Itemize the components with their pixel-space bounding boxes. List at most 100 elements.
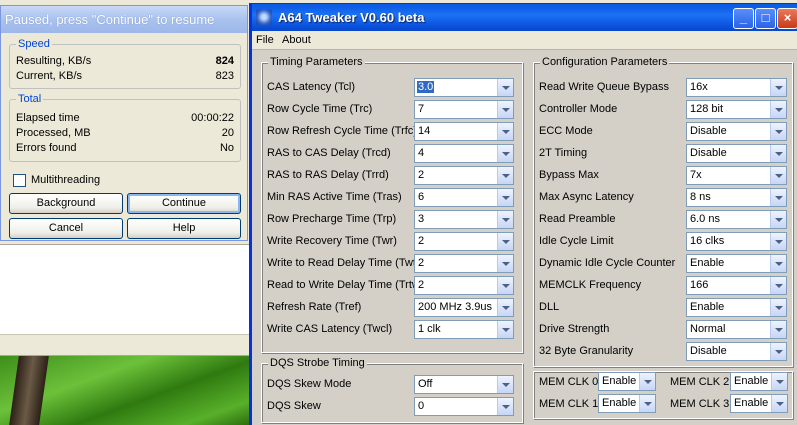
write-to-read-delay-time-twtr-select[interactable]: 2 xyxy=(414,254,514,273)
menu-file[interactable]: File xyxy=(256,34,274,46)
write-to-read-delay-time-twtr-label: Write to Read Delay Time (Twtr) xyxy=(267,257,424,269)
menu-about[interactable]: About xyxy=(282,34,311,46)
memclk-frequency-label: MEMCLK Frequency xyxy=(539,279,642,291)
chevron-down-icon[interactable] xyxy=(497,321,513,338)
min-ras-active-time-tras-select[interactable]: 6 xyxy=(414,188,514,207)
maximize-button[interactable]: □ xyxy=(755,8,776,29)
max-async-latency-select[interactable]: 8 ns xyxy=(686,188,787,207)
mem-clk-1-select[interactable]: Enable xyxy=(598,394,656,413)
refresh-rate-tref-select[interactable]: 200 MHz 3.9us xyxy=(414,298,514,317)
chevron-down-icon[interactable] xyxy=(770,321,786,338)
resulting-speed-value: 824 xyxy=(215,55,234,67)
row-precharge-time-trp-select[interactable]: 3 xyxy=(414,210,514,229)
row-refresh-cycle-time-trfc-select[interactable]: 14 xyxy=(414,122,514,141)
chevron-down-icon[interactable] xyxy=(770,277,786,294)
dll-select[interactable]: Enable xyxy=(686,298,787,317)
chevron-down-icon[interactable] xyxy=(770,343,786,360)
chevron-down-icon[interactable] xyxy=(639,395,655,412)
minimize-button[interactable]: _ xyxy=(733,8,754,29)
idle-cycle-limit-value: 16 clks xyxy=(690,235,725,247)
controller-mode-select[interactable]: 128 bit xyxy=(686,100,787,119)
chevron-down-icon[interactable] xyxy=(497,255,513,272)
errors-found-value: No xyxy=(219,142,234,154)
read-preamble-value: 6.0 ns xyxy=(690,213,720,225)
ras-to-ras-delay-trrd-value: 2 xyxy=(418,169,425,181)
dqs-skew-select[interactable]: 0 xyxy=(414,397,514,416)
cancel-button[interactable]: Cancel xyxy=(9,218,123,239)
dynamic-idle-cycle-counter-select[interactable]: Enable xyxy=(686,254,787,273)
mem-clk-0-select[interactable]: Enable xyxy=(598,372,656,391)
a64-tweaker-titlebar[interactable]: A64 Tweaker V0.60 beta _ □ × xyxy=(252,4,797,31)
chevron-down-icon[interactable] xyxy=(770,101,786,118)
write-cas-latency-twcl-value: 1 clk xyxy=(418,323,441,335)
progress-dialog-title[interactable]: Paused, press "Continue" to resume xyxy=(1,6,247,33)
cas-latency-tcl-select[interactable]: 3.0 xyxy=(414,78,514,97)
chevron-down-icon[interactable] xyxy=(770,211,786,228)
chevron-down-icon[interactable] xyxy=(497,79,513,96)
refresh-rate-tref-label: Refresh Rate (Tref) xyxy=(267,301,362,313)
window-title: A64 Tweaker V0.60 beta xyxy=(278,10,425,25)
current-speed-label: Current, KB/s xyxy=(16,70,83,82)
chevron-down-icon[interactable] xyxy=(771,395,787,412)
read-write-queue-bypass-select[interactable]: 16x xyxy=(686,78,787,97)
row-refresh-cycle-time-trfc-label: Row Refresh Cycle Time (Trfc) xyxy=(267,125,417,137)
total-group: Total Elapsed time 00:00:22 Processed, M… xyxy=(9,93,241,162)
refresh-rate-tref-value: 200 MHz 3.9us xyxy=(418,301,492,313)
dqs-skew-mode-value: Off xyxy=(418,378,433,390)
errors-found-row: Errors found No xyxy=(16,142,234,155)
multithreading-checkbox[interactable] xyxy=(13,174,26,187)
drive-strength-select[interactable]: Normal xyxy=(686,320,787,339)
chevron-down-icon[interactable] xyxy=(497,123,513,140)
ecc-mode-select[interactable]: Disable xyxy=(686,122,787,141)
write-recovery-time-twr-select[interactable]: 2 xyxy=(414,232,514,251)
background-button[interactable]: Background xyxy=(9,193,123,214)
bypass-max-select[interactable]: 7x xyxy=(686,166,787,185)
chevron-down-icon[interactable] xyxy=(497,189,513,206)
write-cas-latency-twcl-label: Write CAS Latency (Twcl) xyxy=(267,323,393,335)
chevron-down-icon[interactable] xyxy=(497,145,513,162)
32-byte-granularity-select[interactable]: Disable xyxy=(686,342,787,361)
close-button[interactable]: × xyxy=(777,8,797,29)
chevron-down-icon[interactable] xyxy=(771,373,787,390)
chevron-down-icon[interactable] xyxy=(770,255,786,272)
chevron-down-icon[interactable] xyxy=(639,373,655,390)
chevron-down-icon[interactable] xyxy=(770,299,786,316)
row-cycle-time-trc-select[interactable]: 7 xyxy=(414,100,514,119)
ras-to-cas-delay-trcd-select[interactable]: 4 xyxy=(414,144,514,163)
dll-value: Enable xyxy=(690,301,725,313)
chevron-down-icon[interactable] xyxy=(770,189,786,206)
chevron-down-icon[interactable] xyxy=(497,233,513,250)
write-cas-latency-twcl-select[interactable]: 1 clk xyxy=(414,320,514,339)
memclk-frequency-select[interactable]: 166 xyxy=(686,276,787,295)
idle-cycle-limit-select[interactable]: 16 clks xyxy=(686,232,787,251)
chevron-down-icon[interactable] xyxy=(497,211,513,228)
read-preamble-label: Read Preamble xyxy=(539,213,616,225)
chevron-down-icon[interactable] xyxy=(770,233,786,250)
chevron-down-icon[interactable] xyxy=(770,145,786,162)
help-button[interactable]: Help xyxy=(127,218,241,239)
chevron-down-icon[interactable] xyxy=(770,79,786,96)
timing-parameters-title: Timing Parameters xyxy=(268,56,365,68)
continue-button[interactable]: Continue xyxy=(127,193,241,214)
ras-to-ras-delay-trrd-select[interactable]: 2 xyxy=(414,166,514,185)
chevron-down-icon[interactable] xyxy=(770,123,786,140)
chevron-down-icon[interactable] xyxy=(770,167,786,184)
chevron-down-icon[interactable] xyxy=(497,167,513,184)
chevron-down-icon[interactable] xyxy=(497,101,513,118)
row-precharge-time-trp-label: Row Precharge Time (Trp) xyxy=(267,213,397,225)
drive-strength-value: Normal xyxy=(690,323,726,335)
ras-to-cas-delay-trcd-value: 4 xyxy=(418,147,425,159)
mem-clk-3-select[interactable]: Enable xyxy=(730,394,788,413)
dqs-skew-mode-select[interactable]: Off xyxy=(414,375,514,394)
read-preamble-select[interactable]: 6.0 ns xyxy=(686,210,787,229)
chevron-down-icon[interactable] xyxy=(497,299,513,316)
chevron-down-icon[interactable] xyxy=(497,376,513,393)
2t-timing-select[interactable]: Disable xyxy=(686,144,787,163)
chevron-down-icon[interactable] xyxy=(497,398,513,415)
read-to-write-delay-time-trtw-select[interactable]: 2 xyxy=(414,276,514,295)
multithreading-label[interactable]: Multithreading xyxy=(31,174,100,186)
mem-clk-2-select[interactable]: Enable xyxy=(730,372,788,391)
chevron-down-icon[interactable] xyxy=(497,277,513,294)
max-async-latency-label: Max Async Latency xyxy=(539,191,634,203)
mem-clk-0-value: Enable xyxy=(602,375,637,387)
